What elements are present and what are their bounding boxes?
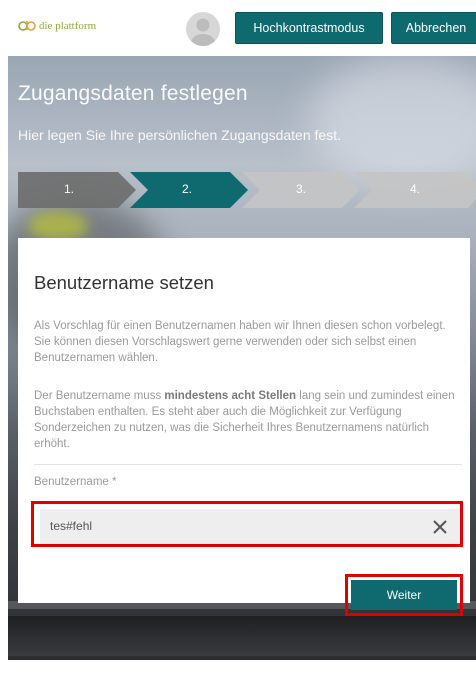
- step-4-label: 4.: [410, 182, 421, 196]
- info-paragraph-2: Der Benutzername muss mindestens acht St…: [34, 390, 455, 450]
- high-contrast-button[interactable]: Hochkontrastmodus: [235, 12, 383, 44]
- top-header: die plattform Hochkontrastmodus Abbreche…: [0, 0, 476, 56]
- button-highlight-frame: [345, 574, 463, 616]
- input-highlight-frame: [31, 501, 463, 547]
- username-card: Benutzername setzen Als Vorschlag für ei…: [18, 238, 470, 603]
- step-1-shape: [18, 172, 136, 208]
- username-label: Benutzername *: [34, 476, 117, 488]
- logo-text: die plattform: [39, 20, 97, 32]
- logo-icon: [18, 20, 36, 32]
- requirement-emphasis: mindestens acht Stellen: [164, 390, 297, 402]
- user-icon: [191, 18, 215, 46]
- cancel-button[interactable]: Abbrechen: [391, 12, 476, 44]
- divider: [34, 464, 462, 465]
- step-2-label: 2.: [182, 182, 193, 196]
- step-3-label: 3.: [296, 182, 307, 196]
- info-paragraph-1: Als Vorschlag für einen Benutzernamen ha…: [34, 320, 446, 364]
- card-title: Benutzername setzen: [34, 272, 214, 293]
- avatar[interactable]: [186, 12, 220, 46]
- page-title: Zugangsdaten festlegen: [18, 82, 248, 105]
- step-1-label: 1.: [64, 182, 75, 196]
- page-subtitle: Hier legen Sie Ihre persönlichen Zugangs…: [18, 127, 341, 143]
- platform-logo[interactable]: die plattform: [18, 20, 96, 32]
- step-progress: 1. 2. 3. 4.: [18, 172, 476, 208]
